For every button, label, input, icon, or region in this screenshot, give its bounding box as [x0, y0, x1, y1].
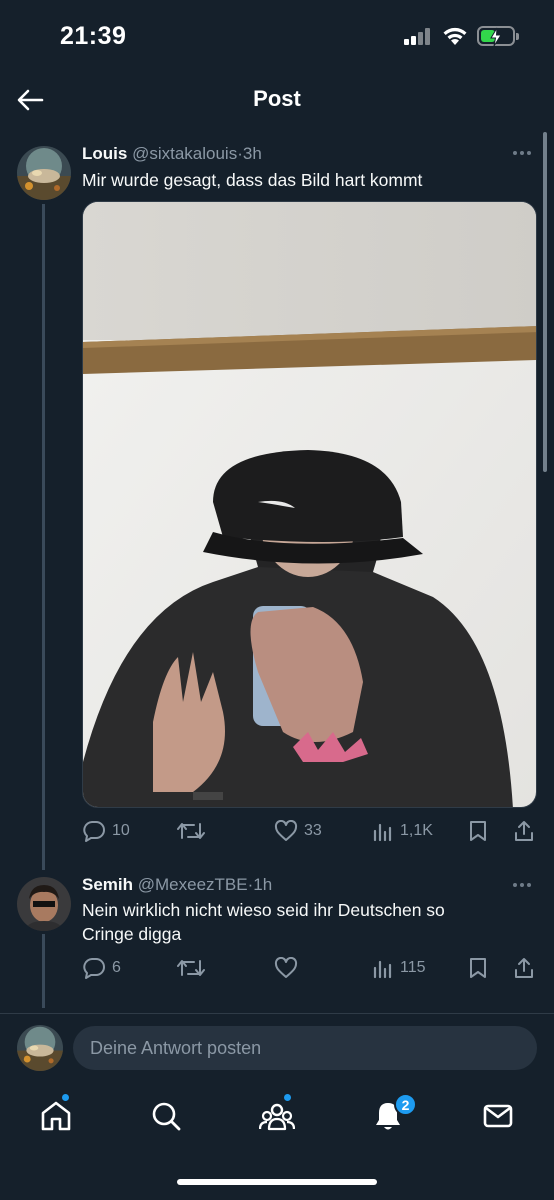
- view-count: 115: [400, 959, 426, 976]
- share-button[interactable]: [513, 953, 535, 983]
- notification-badge: 2: [394, 1093, 417, 1116]
- tweet-text: Mir wurde gesagt, dass das Bild hart kom…: [82, 170, 423, 190]
- communities-icon: [259, 1103, 295, 1131]
- tweet-action-bar: 10 33 1,1K: [82, 816, 537, 846]
- author-handle[interactable]: @MexeezTBE: [138, 875, 248, 894]
- status-time: 21:39: [60, 22, 127, 50]
- bookmark-button[interactable]: [468, 816, 488, 846]
- status-bar: 21:39: [0, 0, 554, 72]
- tweet-text: Nein wirklich nicht wieso seid ihr Deuts…: [82, 900, 445, 944]
- share-icon: [515, 958, 533, 978]
- thread-line: [42, 204, 45, 870]
- tweet-age: 3h: [242, 144, 262, 163]
- reply-icon: [83, 958, 105, 979]
- home-unread-dot: [61, 1093, 70, 1102]
- views-button[interactable]: 1,1K: [372, 816, 433, 846]
- avatar[interactable]: [17, 877, 71, 931]
- retweet-icon: [177, 960, 205, 976]
- tab-home[interactable]: [36, 1096, 76, 1136]
- tab-communities[interactable]: [257, 1096, 297, 1136]
- more-options-icon[interactable]: [513, 148, 537, 158]
- tweet-header: Louis @sixtakalouis·3h: [82, 144, 262, 164]
- reply-button[interactable]: 10: [82, 816, 130, 846]
- reply-icon: [83, 821, 105, 842]
- views-icon: [373, 960, 392, 979]
- more-options-icon[interactable]: [513, 880, 537, 890]
- heart-icon: [274, 820, 298, 841]
- share-icon: [515, 821, 533, 841]
- reply-count: 10: [112, 822, 130, 839]
- tweet-header: Semih @MexeezTBE·1h: [82, 875, 272, 895]
- share-button[interactable]: [513, 816, 535, 846]
- messages-icon: [483, 1104, 513, 1128]
- tab-search[interactable]: [146, 1096, 186, 1136]
- bookmark-icon: [470, 821, 486, 841]
- tweet-image[interactable]: [82, 201, 537, 808]
- avatar[interactable]: [17, 1025, 63, 1071]
- like-count: 33: [304, 822, 322, 839]
- reply-count: 6: [112, 959, 121, 976]
- home-icon: [41, 1101, 71, 1131]
- tweet-age: 1h: [253, 875, 273, 894]
- bookmark-icon: [470, 958, 486, 978]
- search-icon: [152, 1102, 181, 1131]
- retweet-icon: [177, 823, 205, 839]
- scrollbar[interactable]: [543, 132, 547, 472]
- battery-icon: [477, 26, 519, 47]
- author-handle[interactable]: @sixtakalouis: [132, 144, 237, 163]
- view-count: 1,1K: [400, 822, 433, 839]
- author-name[interactable]: Semih: [82, 875, 133, 894]
- views-icon: [373, 823, 392, 842]
- reply-button[interactable]: 6: [82, 953, 121, 983]
- reply-input[interactable]: [73, 1026, 537, 1070]
- communities-unread-dot: [283, 1093, 292, 1102]
- author-name[interactable]: Louis: [82, 144, 127, 163]
- bookmark-button[interactable]: [468, 953, 488, 983]
- tweet-action-bar: 6 115: [82, 953, 537, 983]
- retweet-button[interactable]: [177, 953, 211, 983]
- cellular-signal-icon: [404, 28, 430, 45]
- reply-composer: [0, 1014, 554, 1084]
- like-button[interactable]: 33: [274, 816, 322, 846]
- page-title: Post: [253, 86, 301, 111]
- like-button[interactable]: [274, 953, 304, 983]
- tab-messages[interactable]: [478, 1096, 518, 1136]
- thread-line: [42, 934, 45, 1008]
- views-button[interactable]: 115: [372, 953, 426, 983]
- retweet-button[interactable]: [177, 816, 211, 846]
- post-header: Post: [0, 72, 554, 128]
- avatar[interactable]: [17, 146, 71, 200]
- wifi-icon: [443, 27, 467, 45]
- heart-icon: [274, 957, 298, 978]
- home-indicator[interactable]: [177, 1179, 377, 1185]
